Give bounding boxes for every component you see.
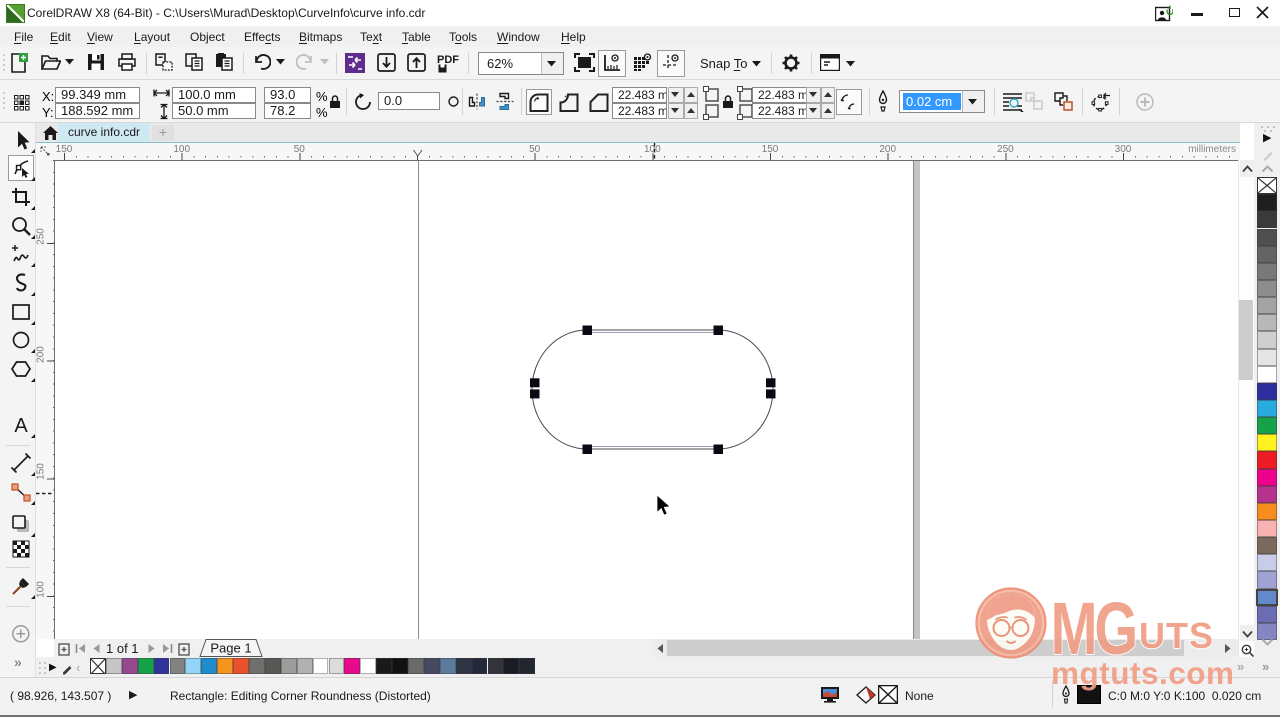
svg-text:A: A — [14, 415, 28, 437]
svg-text:mgtuts.com: mgtuts.com — [1051, 655, 1235, 691]
svg-text:UTS: UTS — [1139, 615, 1214, 656]
svg-text:Page 1: Page 1 — [210, 641, 251, 656]
